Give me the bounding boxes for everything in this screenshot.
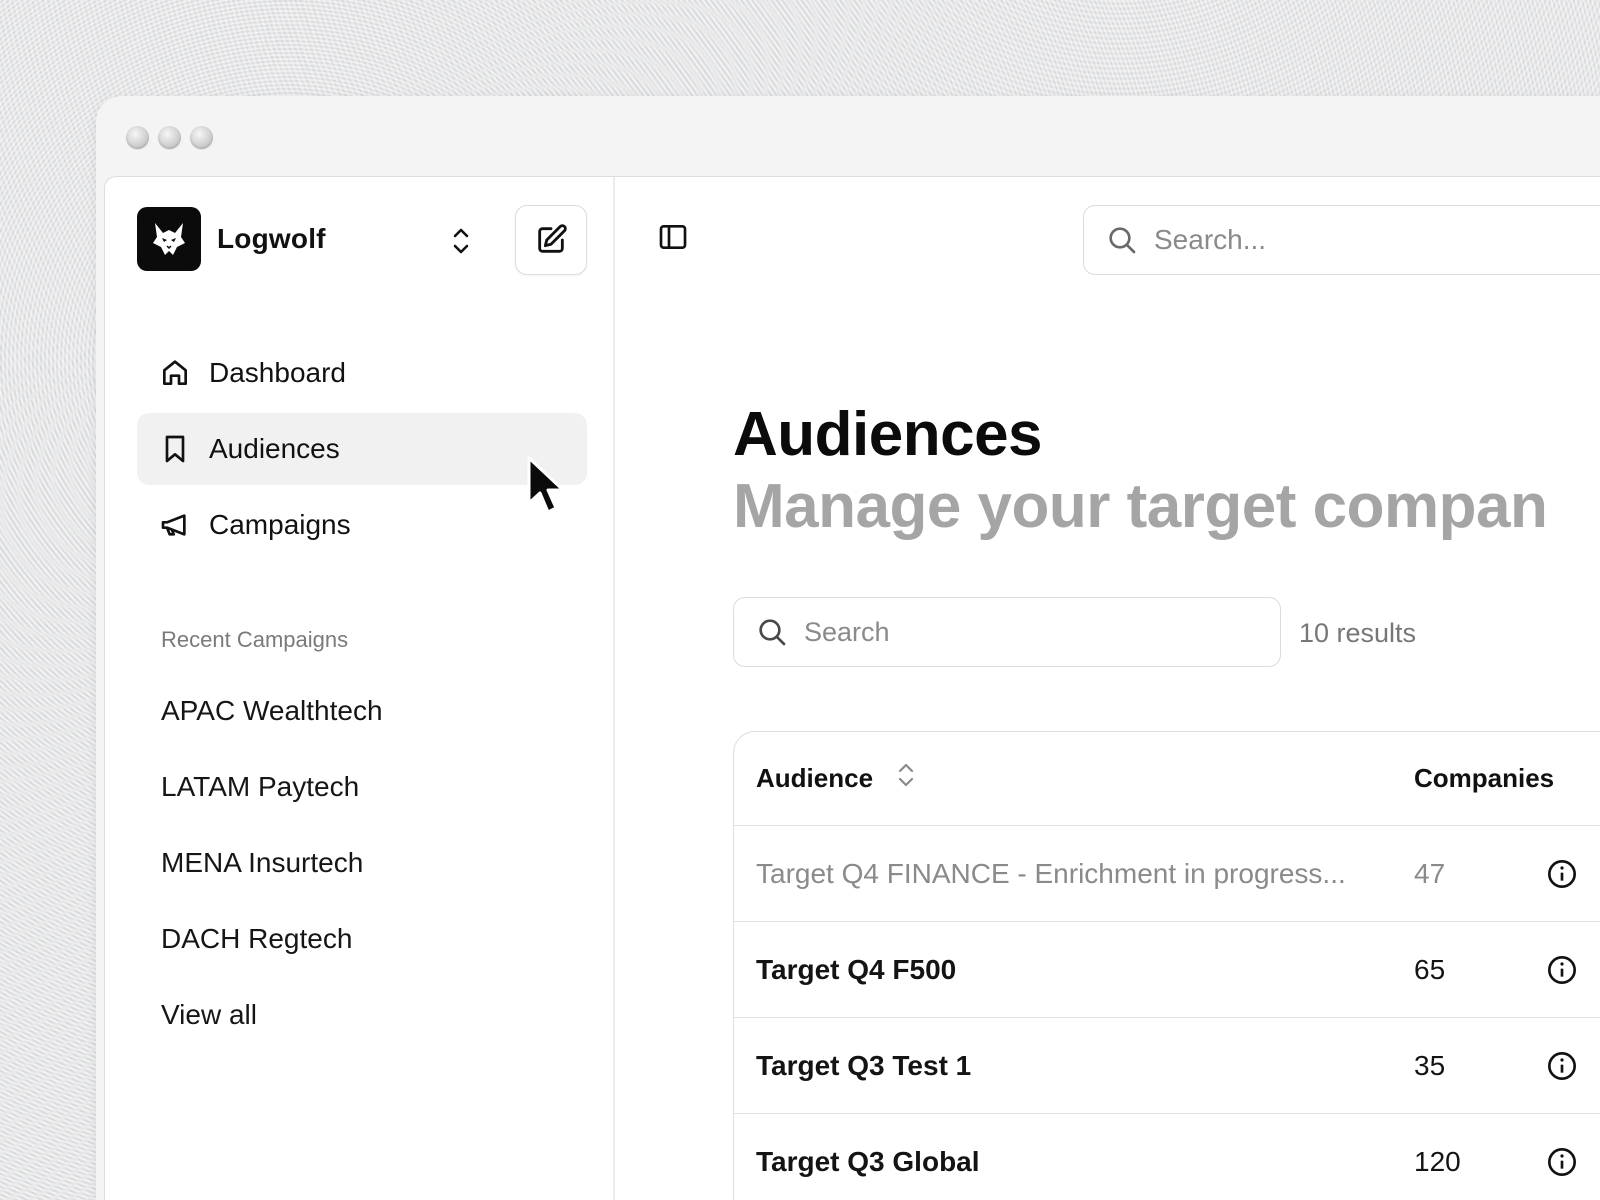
sidebar: Logwolf Dashboard Audiences Campaigns Re… [105, 177, 615, 1200]
page-subtitle: Manage your target compan [733, 472, 1548, 541]
nav-item-audiences[interactable]: Audiences [137, 413, 587, 485]
audience-search-input[interactable]: Search [733, 597, 1281, 667]
search-icon [759, 619, 786, 646]
sidebar-toggle-button[interactable] [657, 221, 689, 258]
recent-campaigns-list: APAC Wealthtech LATAM Paytech MENA Insur… [161, 673, 383, 1053]
close-window-button[interactable] [126, 126, 149, 149]
sidebar-panel-icon [659, 225, 687, 249]
bookmark-icon [159, 433, 191, 465]
nav-item-label: Dashboard [209, 357, 346, 388]
page-title: Audiences [733, 400, 1043, 469]
audience-name: Target Q3 Test 1 [756, 1049, 972, 1081]
recent-campaign-item[interactable]: MENA Insurtech [161, 825, 383, 901]
results-count: 10 results [1299, 618, 1417, 648]
sort-icon[interactable] [895, 760, 917, 797]
table-row[interactable]: Target Q3 Global 120 [734, 1114, 1600, 1200]
search-placeholder: Search... [1154, 224, 1267, 255]
audience-name: Target Q4 F500 [756, 953, 957, 985]
recent-campaign-item[interactable]: APAC Wealthtech [161, 673, 383, 749]
info-icon[interactable] [1546, 954, 1578, 991]
home-icon [159, 357, 191, 389]
column-header-audience[interactable]: Audience [756, 760, 917, 797]
table-row[interactable]: Target Q4 FINANCE - Enrichment in progre… [734, 826, 1600, 922]
info-icon[interactable] [1546, 858, 1578, 895]
search-icon [1109, 227, 1136, 254]
audience-name: Target Q3 Global [756, 1145, 980, 1177]
chevron-up-down-icon[interactable] [447, 223, 475, 259]
info-icon[interactable] [1546, 1050, 1578, 1087]
new-campaign-button[interactable] [515, 205, 587, 275]
table-header: Audience Companies [734, 732, 1600, 826]
megaphone-icon [159, 509, 191, 541]
column-label: Audience [756, 763, 874, 793]
mouse-pointer-icon [525, 455, 571, 524]
table-row[interactable]: Target Q3 Test 1 35 [734, 1018, 1600, 1114]
wolf-logo-icon [137, 207, 201, 271]
window-controls [126, 126, 213, 149]
company-count: 47 [1414, 857, 1446, 889]
workspace-name: Logwolf [217, 223, 326, 254]
recent-campaign-item[interactable]: DACH Regtech [161, 901, 383, 977]
nav-item-label: Audiences [209, 433, 340, 464]
recent-campaigns-heading: Recent Campaigns [161, 627, 349, 652]
recent-campaign-item[interactable]: LATAM Paytech [161, 749, 383, 825]
company-count: 120 [1414, 1145, 1461, 1177]
maximize-window-button[interactable] [190, 126, 213, 149]
company-count: 65 [1414, 953, 1446, 985]
column-header-companies[interactable]: Companies [1414, 763, 1554, 794]
view-all-link[interactable]: View all [161, 977, 383, 1053]
table-row[interactable]: Target Q4 F500 65 [734, 922, 1600, 1018]
company-count: 35 [1414, 1049, 1446, 1081]
nav-item-label: Campaigns [209, 509, 351, 540]
nav-item-campaigns[interactable]: Campaigns [137, 489, 587, 561]
app-frame: Logwolf Dashboard Audiences Campaigns Re… [104, 176, 1600, 1200]
audiences-table: Audience Companies Target Q4 FINANCE - E… [733, 731, 1600, 1200]
audience-name: Target Q4 FINANCE - Enrichment in progre… [756, 857, 1346, 889]
info-icon[interactable] [1546, 1146, 1578, 1183]
nav-item-dashboard[interactable]: Dashboard [137, 337, 587, 409]
workspace-switcher[interactable]: Logwolf [137, 207, 326, 271]
minimize-window-button[interactable] [158, 126, 181, 149]
main-nav: Dashboard Audiences Campaigns [137, 337, 587, 565]
edit-square-icon [538, 224, 567, 253]
search-placeholder: Search [804, 616, 890, 647]
global-search-input[interactable]: Search... [1083, 205, 1600, 275]
